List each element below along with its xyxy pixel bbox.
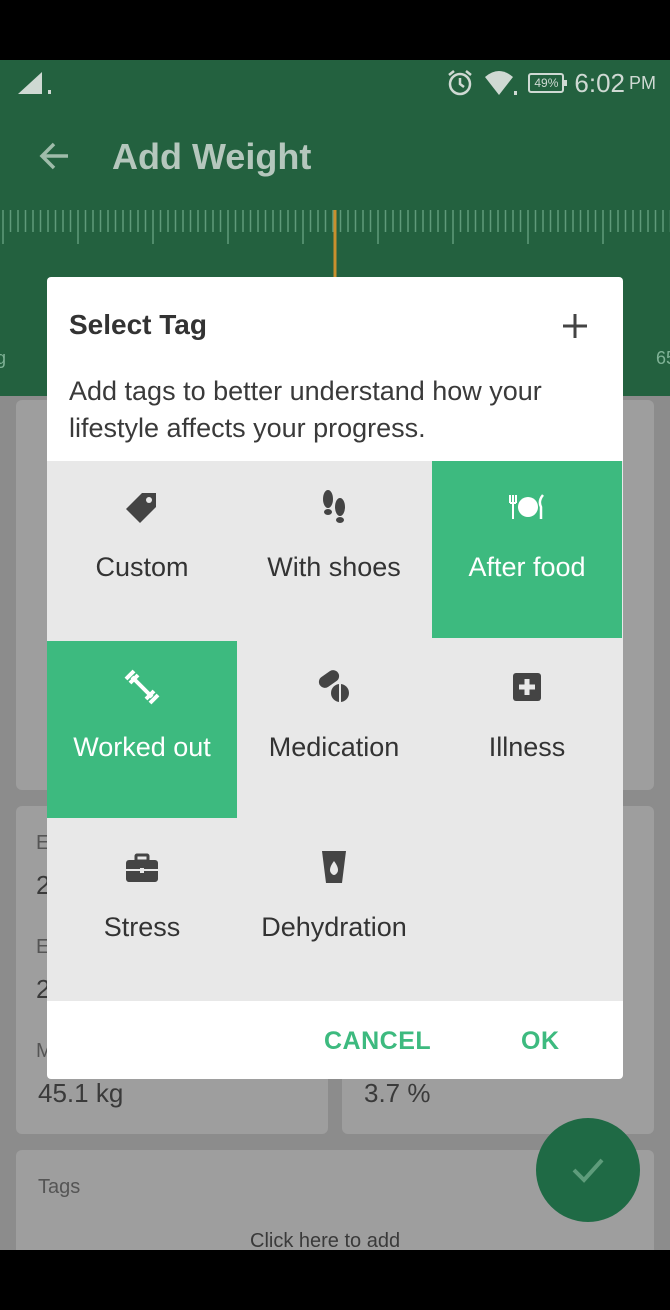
plate-cutlery-icon <box>509 494 544 519</box>
battery-icon: 49% <box>528 73 568 93</box>
dialog-actions: CANCEL OK <box>47 1001 623 1079</box>
glass-drop-icon <box>322 851 346 883</box>
tag-tile-dehydration[interactable]: Dehydration <box>239 821 429 998</box>
tag-label-after-food: After food <box>468 552 586 582</box>
ok-button[interactable]: OK <box>521 1027 560 1056</box>
tag-grid: Custom With shoes After food Worked out … <box>47 461 623 1001</box>
app-bar: Add Weight <box>0 106 670 210</box>
pills-icon <box>318 670 349 702</box>
tag-tile-medication[interactable]: Medication <box>239 641 429 818</box>
save-fab-button[interactable] <box>536 1118 640 1222</box>
select-tag-dialog: Select Tag Add tags to better understand… <box>47 277 623 1079</box>
tag-tile-worked-out[interactable]: Worked out <box>47 641 237 818</box>
ruler-right-label: 65 <box>655 348 670 368</box>
tag-label-stress: Stress <box>103 912 181 942</box>
app-title: Add Weight <box>112 136 312 177</box>
tag-label-with-shoes: With shoes <box>267 552 401 582</box>
tag-label-custom: Custom <box>95 552 189 582</box>
ruler-left-label: g <box>0 348 7 368</box>
add-tag-plus-icon[interactable] <box>560 311 590 341</box>
status-right: 49% 6:02 PM <box>446 68 656 98</box>
tag-tile-custom[interactable]: Custom <box>47 461 237 638</box>
stat-3-value: 45.1 kg <box>38 1078 124 1108</box>
tag-icon <box>126 493 156 523</box>
cancel-button[interactable]: CANCEL <box>324 1027 431 1056</box>
stat-4-value: 3.7 % <box>364 1078 431 1108</box>
check-icon <box>572 1158 604 1183</box>
tag-label-worked-out: Worked out <box>73 732 211 762</box>
tag-tile-with-shoes[interactable]: With shoes <box>239 461 429 638</box>
wifi-icon <box>485 71 518 95</box>
footprints-icon <box>323 490 345 523</box>
status-bar: 49% 6:02 PM <box>0 60 670 106</box>
tag-tile-illness[interactable]: Illness <box>432 641 622 818</box>
tag-label-dehydration: Dehydration <box>261 912 407 942</box>
clock-ampm: PM <box>629 72 656 93</box>
tags-card-label: Tags <box>38 1176 81 1198</box>
dialog-description: Add tags to better understand how your l… <box>69 376 542 443</box>
back-arrow-icon[interactable] <box>34 136 74 176</box>
tag-tile-stress[interactable]: Stress <box>47 821 237 998</box>
clock-time: 6:02 <box>574 67 625 98</box>
tag-tile-after-food[interactable]: After food <box>432 461 622 638</box>
screen: 49% 6:02 PM Add Weight g 65 E 2 E 2 M 45… <box>0 0 670 1310</box>
alarm-icon <box>448 70 473 96</box>
nav-bar <box>0 1250 670 1310</box>
medical-cross-icon <box>513 673 541 701</box>
signal-icon <box>18 72 51 94</box>
dialog-title: Select Tag <box>69 309 207 340</box>
dumbbell-icon <box>124 669 160 705</box>
tag-label-illness: Illness <box>488 732 566 762</box>
briefcase-icon <box>126 853 158 882</box>
tag-label-medication: Medication <box>268 732 400 762</box>
